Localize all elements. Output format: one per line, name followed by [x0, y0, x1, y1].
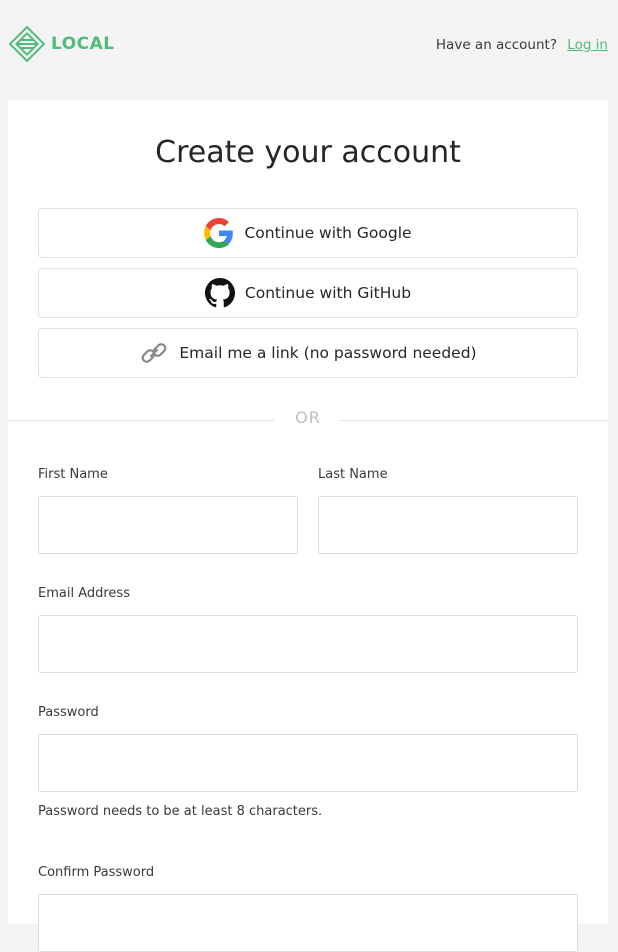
first-name-field[interactable] [38, 496, 298, 554]
or-divider: OR [8, 408, 608, 427]
link-icon [139, 338, 169, 368]
email-field[interactable] [38, 615, 578, 673]
brand-logo[interactable]: LOCAL [8, 25, 115, 63]
email-link-button[interactable]: Email me a link (no password needed) [38, 328, 578, 378]
last-name-label: Last Name [318, 467, 388, 482]
password-field[interactable] [38, 734, 578, 792]
email-label: Email Address [38, 586, 130, 601]
brand-name: LOCAL [51, 34, 115, 54]
page-title: Create your account [155, 135, 461, 170]
password-label: Password [38, 705, 99, 720]
local-logo-icon [8, 25, 46, 63]
login-link[interactable]: Log in [567, 37, 608, 53]
first-name-label: First Name [38, 467, 108, 482]
signup-card: Create your account Continue with Google… [8, 100, 608, 952]
account-prompt-text: Have an account? [435, 37, 557, 53]
last-name-field[interactable] [318, 496, 578, 554]
account-prompt-row: Have an account? Log in [436, 37, 608, 53]
google-signin-button[interactable]: Continue with Google [38, 208, 578, 258]
confirm-password-field[interactable] [38, 894, 578, 952]
top-header: LOCAL Have an account? Log in [0, 0, 618, 100]
password-hint: Password needs to be at least 8 characte… [38, 804, 323, 819]
or-text: OR [295, 408, 321, 427]
github-signin-button[interactable]: Continue with GitHub [38, 268, 578, 318]
confirm-password-label: Confirm Password [38, 865, 155, 880]
github-icon [204, 278, 235, 308]
google-button-label: Continue with Google [244, 224, 412, 242]
github-button-label: Continue with GitHub [244, 284, 412, 302]
google-icon [204, 218, 234, 248]
email-link-button-label: Email me a link (no password needed) [179, 344, 477, 362]
